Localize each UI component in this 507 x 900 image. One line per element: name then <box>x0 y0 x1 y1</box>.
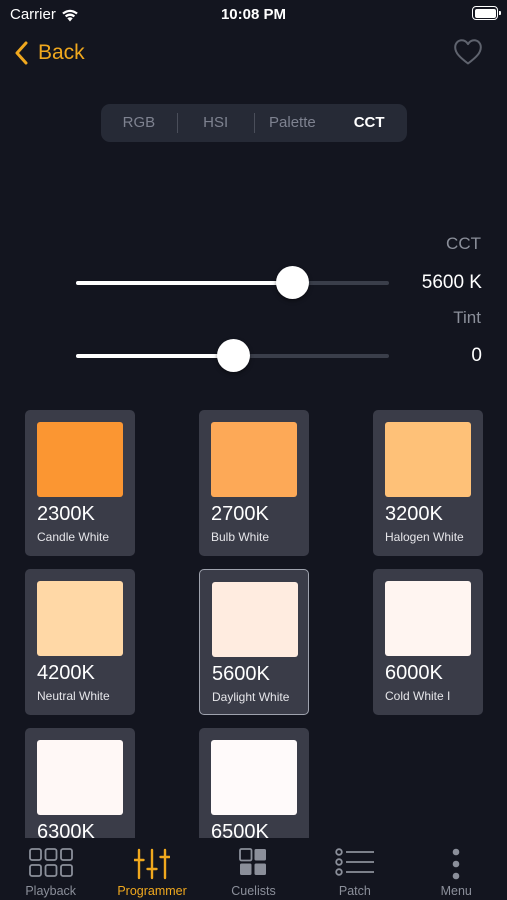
preset-card[interactable]: 6300K <box>25 728 135 838</box>
tint-value: 0 <box>471 345 482 366</box>
cct-slider[interactable] <box>76 266 389 299</box>
preset-card[interactable]: 3200K Halogen White <box>373 410 483 556</box>
preset-name: Bulb White <box>211 530 270 544</box>
preset-card[interactable]: 4200K Neutral White <box>25 569 135 715</box>
tab-label: Cuelists <box>231 884 276 898</box>
preset-swatch <box>37 422 123 497</box>
preset-swatch <box>385 581 471 656</box>
cct-value: 5600 K <box>421 272 482 293</box>
tab-bar: Playback Programmer Cuelists Patch Menu <box>0 838 507 900</box>
cct-slider-fill <box>76 281 292 285</box>
back-label: Back <box>38 41 85 64</box>
preset-card[interactable]: 6000K Cold White I <box>373 569 483 715</box>
cuelist-icon <box>239 848 267 875</box>
preset-name: Daylight White <box>212 690 290 704</box>
heart-icon[interactable] <box>453 38 483 66</box>
preset-kelvin: 6000K <box>385 662 443 684</box>
segment-hsi[interactable]: HSI <box>178 104 254 142</box>
tab-label: Menu <box>440 884 472 898</box>
segment-cct[interactable]: CCT <box>331 104 407 142</box>
list-icon <box>335 848 374 876</box>
preset-kelvin: 2300K <box>37 503 95 525</box>
tint-slider-fill <box>76 354 233 358</box>
tab-label: Patch <box>338 884 371 898</box>
preset-card[interactable]: 2700K Bulb White <box>199 410 309 556</box>
battery-icon <box>472 6 501 20</box>
tint-label: Tint <box>453 308 481 327</box>
tab-playback[interactable]: Playback <box>0 838 101 900</box>
preset-swatch <box>37 581 123 656</box>
preset-kelvin: 4200K <box>37 662 95 684</box>
tab-label: Programmer <box>117 884 187 898</box>
preset-name: Neutral White <box>37 689 110 703</box>
preset-kelvin: 3200K <box>385 503 443 525</box>
preset-name: Cold White I <box>385 689 451 703</box>
tab-label: Playback <box>25 884 77 898</box>
tab-programmer[interactable]: Programmer <box>101 838 202 900</box>
preset-swatch <box>211 422 297 497</box>
preset-kelvin: 5600K <box>212 663 270 685</box>
preset-swatch <box>385 422 471 497</box>
tint-slider[interactable] <box>76 339 389 372</box>
tab-patch[interactable]: Patch <box>304 838 405 900</box>
grid-icon <box>28 848 73 877</box>
preset-name: Halogen White <box>385 530 464 544</box>
mode-segmented-control: RGB HSI Palette CCT <box>101 104 407 142</box>
cct-label: CCT <box>446 234 481 253</box>
preset-kelvin: 6500K <box>211 821 269 838</box>
preset-name: Candle White <box>37 530 110 544</box>
preset-grid: 2300K Candle White 2700K Bulb White 3200… <box>0 410 507 838</box>
back-button[interactable]: Back <box>14 38 85 68</box>
preset-card[interactable]: 2300K Candle White <box>25 410 135 556</box>
tab-menu[interactable]: Menu <box>406 838 507 900</box>
tint-slider-thumb[interactable] <box>216 339 250 372</box>
chevron-left-icon <box>15 41 28 65</box>
preset-kelvin: 6300K <box>37 821 95 838</box>
cct-slider-thumb[interactable] <box>275 266 309 299</box>
segment-rgb[interactable]: RGB <box>101 104 177 142</box>
status-bar: Carrier 10:08 PM <box>0 0 507 28</box>
more-vertical-icon <box>452 848 460 880</box>
preset-swatch <box>211 740 297 815</box>
preset-card[interactable]: 6500K <box>199 728 309 838</box>
faders-icon <box>134 848 171 880</box>
preset-swatch <box>212 582 298 657</box>
preset-kelvin: 2700K <box>211 503 269 525</box>
status-time: 10:08 PM <box>220 6 287 23</box>
segment-palette[interactable]: Palette <box>255 104 331 142</box>
preset-swatch <box>37 740 123 815</box>
preset-card-selected[interactable]: 5600K Daylight White <box>199 569 309 715</box>
tab-cuelists[interactable]: Cuelists <box>203 838 304 900</box>
